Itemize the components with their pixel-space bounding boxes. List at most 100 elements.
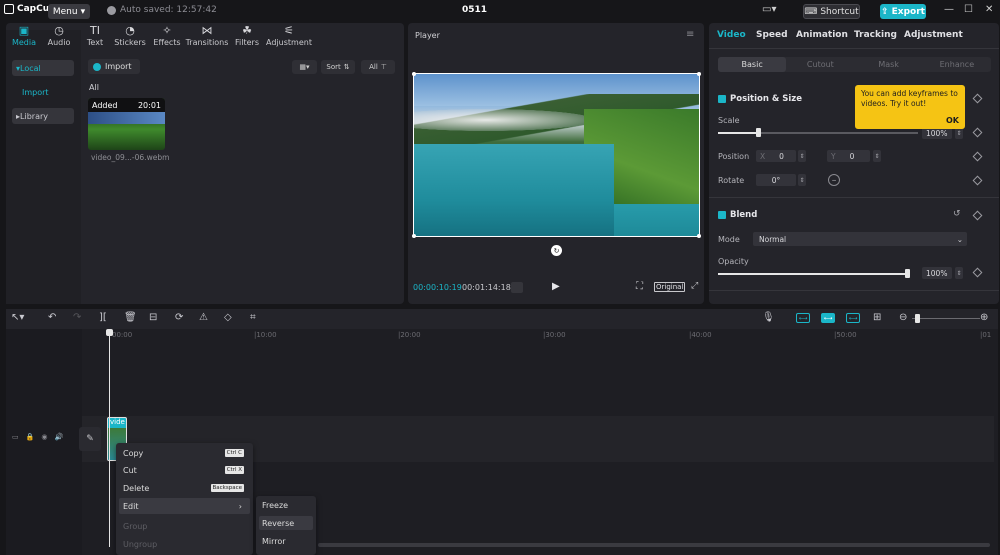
handle-bottom-left[interactable] <box>412 234 416 238</box>
keyframe-icon[interactable] <box>972 151 983 162</box>
maximize-icon[interactable]: ☐ <box>964 4 973 15</box>
play-icon[interactable]: ▶ <box>552 281 560 292</box>
subtab-mask[interactable]: Mask <box>855 57 923 72</box>
mode-select[interactable]: Normal ⌄ <box>753 232 967 246</box>
tab-effects[interactable]: ✧ Effects <box>145 24 189 50</box>
video-preview[interactable] <box>413 73 700 237</box>
checkbox-icon[interactable] <box>718 211 726 219</box>
opacity-value[interactable]: 100% <box>922 267 952 279</box>
export-button[interactable]: ⇪ Export <box>880 4 926 19</box>
menu-item-edit[interactable]: Edit › <box>119 498 250 514</box>
close-icon[interactable]: ✕ <box>985 4 993 15</box>
menu-item-copy[interactable]: Copy Ctrl C <box>119 445 250 461</box>
hamburger-icon[interactable]: ≡ <box>686 29 694 40</box>
checkbox-icon[interactable] <box>718 95 726 103</box>
submenu-item-mirror[interactable]: Mirror <box>259 534 313 548</box>
expand-icon[interactable]: ⤢ <box>691 281 698 291</box>
menu-button[interactable]: Menu ▾ <box>48 4 90 19</box>
delete-icon[interactable]: 🗑 <box>124 312 137 323</box>
menu-item-delete[interactable]: Delete Backspace <box>119 480 250 496</box>
ratio-button[interactable]: Original <box>654 282 686 292</box>
main-track-magnet-icon[interactable]: ⟷ <box>796 313 810 323</box>
zoom-slider-knob[interactable] <box>915 314 920 323</box>
lock-icon[interactable]: 🔒 <box>26 433 35 441</box>
submenu-item-reverse[interactable]: Reverse <box>259 516 313 530</box>
keyframe-icon[interactable] <box>972 93 983 104</box>
position-y-field[interactable]: Y0 <box>827 150 870 162</box>
blend-header[interactable]: Blend <box>718 210 757 220</box>
rotate-handle-icon[interactable]: ↻ <box>551 245 562 256</box>
crop-icon[interactable]: ⌗ <box>250 312 256 323</box>
tab-transitions[interactable]: ⋈ Transitions <box>185 24 229 50</box>
rotate-spinner[interactable]: ⇕ <box>798 174 806 186</box>
speaker-icon[interactable]: 🔊 <box>54 433 63 441</box>
tab-video[interactable]: Video <box>717 30 746 40</box>
filter-button[interactable]: All ⊤ <box>361 60 395 74</box>
cover-icon[interactable]: ▭ <box>12 433 19 441</box>
handle-top-right[interactable] <box>697 72 701 76</box>
tooltip-ok-button[interactable]: OK <box>946 116 959 126</box>
layout-icon[interactable]: ▭▾ <box>762 4 776 15</box>
keyframe-icon[interactable] <box>972 175 983 186</box>
zoom-out-icon[interactable]: ⊖ <box>899 312 907 323</box>
linkage-icon[interactable]: ⟷ <box>846 313 860 323</box>
keyframe-icon[interactable] <box>972 127 983 138</box>
rotate-icon[interactable]: ◇ <box>224 312 232 323</box>
playhead[interactable] <box>109 331 110 547</box>
preview-axis-icon[interactable]: ⊞ <box>873 312 881 323</box>
redo-icon[interactable]: ↷ <box>73 312 81 323</box>
tab-adjustment[interactable]: ⚟ Adjustment <box>266 24 312 50</box>
subtab-enhance[interactable]: Enhance <box>923 57 991 72</box>
rotate-field[interactable]: 0° <box>756 174 796 186</box>
zoom-slider-track[interactable] <box>912 318 980 319</box>
keyframe-icon[interactable] <box>972 267 983 278</box>
tab-adjustment-inspector[interactable]: Adjustment <box>904 30 963 40</box>
shortcut-button[interactable]: ⌨ Shortcut <box>803 4 860 19</box>
edit-cover-icon[interactable]: ✎ <box>79 427 101 451</box>
sidebar-item-local[interactable]: ▾ Local <box>12 60 74 76</box>
auto-snap-icon[interactable]: ⟷ <box>821 313 835 323</box>
rotate-dial-icon[interactable]: − <box>828 174 840 186</box>
menu-item-cut[interactable]: Cut Ctrl X <box>119 462 250 478</box>
replay-icon[interactable]: ⟳ <box>175 312 183 323</box>
handle-bottom-right[interactable] <box>697 234 701 238</box>
sort-button[interactable]: Sort ⇅ <box>321 60 355 74</box>
mirror-icon[interactable]: ⚠ <box>199 312 208 323</box>
position-y-spinner[interactable]: ⇕ <box>873 150 881 162</box>
view-toggle[interactable]: ▦▾ <box>292 60 317 74</box>
menu-item-ungroup[interactable]: Ungroup <box>119 536 250 552</box>
fullscreen-crop-icon[interactable]: ⛶ <box>636 281 643 292</box>
sidebar-item-library[interactable]: ▸ Library <box>12 108 74 124</box>
media-clip-thumbnail[interactable]: Added 20:01 <box>88 98 165 150</box>
eye-icon[interactable]: ◉ <box>41 433 47 441</box>
tab-speed[interactable]: Speed <box>756 30 788 40</box>
minimize-icon[interactable]: — <box>944 4 954 15</box>
menu-item-group[interactable]: Group <box>119 518 250 534</box>
keyframe-icon[interactable] <box>972 210 983 221</box>
tab-animation[interactable]: Animation <box>796 30 848 40</box>
timecode-format-icon[interactable] <box>511 282 523 293</box>
submenu-item-freeze[interactable]: Freeze <box>259 498 313 512</box>
freeze-frame-icon[interactable]: ⊟ <box>149 312 157 323</box>
timeline-scrollbar[interactable] <box>318 543 990 547</box>
zoom-in-icon[interactable]: ⊕ <box>980 312 988 323</box>
project-title: 0511 <box>462 5 488 15</box>
tab-filters[interactable]: ☘ Filters <box>225 24 269 50</box>
select-tool-icon[interactable]: ↖▾ <box>11 312 24 323</box>
scale-slider-knob[interactable] <box>756 128 761 137</box>
subtab-cutout[interactable]: Cutout <box>786 57 854 72</box>
sidebar-item-import[interactable]: Import <box>18 84 80 100</box>
position-size-header[interactable]: Position & Size <box>718 94 802 104</box>
import-button[interactable]: Import <box>88 59 140 74</box>
subtab-basic[interactable]: Basic <box>718 57 787 72</box>
tab-tracking[interactable]: Tracking <box>854 30 897 40</box>
opacity-slider-knob[interactable] <box>905 269 910 278</box>
position-x-spinner[interactable]: ⇕ <box>798 150 806 162</box>
split-icon[interactable]: ][ <box>99 312 107 323</box>
reset-icon[interactable]: ↺ <box>953 209 961 219</box>
undo-icon[interactable]: ↶ <box>48 312 56 323</box>
microphone-icon[interactable]: 🎙 <box>762 312 775 323</box>
position-x-field[interactable]: X0 <box>756 150 796 162</box>
handle-top-left[interactable] <box>412 72 416 76</box>
opacity-spinner[interactable]: ⇕ <box>955 267 963 279</box>
